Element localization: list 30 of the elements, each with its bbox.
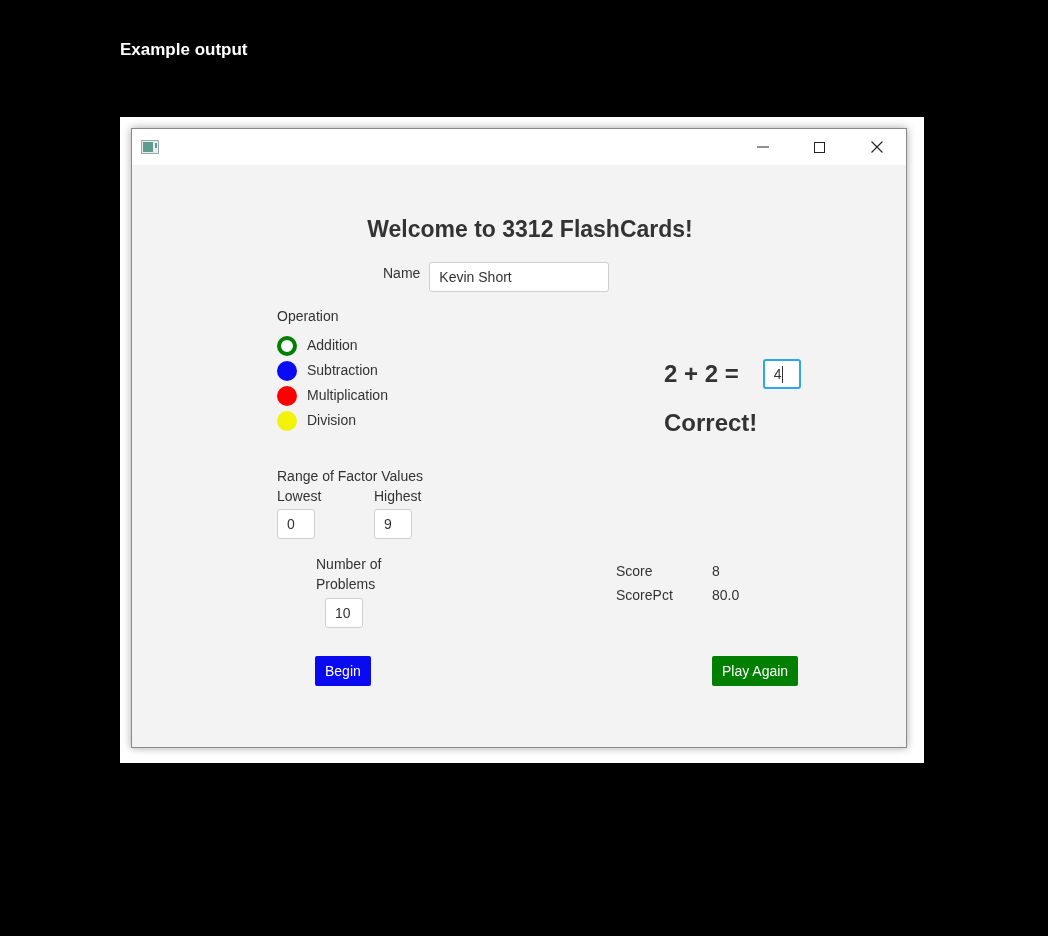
caption: Example output	[120, 40, 248, 60]
score-value: 80.0	[712, 585, 740, 605]
problems-field[interactable]: 10	[325, 598, 363, 628]
problems-label: Number of Problems	[316, 555, 383, 594]
score-label: Score	[616, 561, 654, 581]
answer-field[interactable]: 4	[762, 359, 801, 389]
app-icon	[141, 140, 159, 154]
name-field[interactable]: Kevin Short	[429, 262, 610, 292]
equation-text: 2 + 2 =	[664, 359, 739, 389]
name-label: Name	[383, 264, 421, 283]
operation-radio[interactable]: Division	[277, 408, 356, 433]
lowest-label: Lowest	[277, 487, 322, 506]
highest-field[interactable]: 9	[374, 509, 412, 539]
action-button[interactable]: Play Again	[712, 656, 799, 686]
welcome-heading: Welcome to 3312 FlashCards!	[367, 215, 693, 244]
operation-radio[interactable]: Subtraction	[277, 358, 378, 383]
close-icon	[870, 141, 883, 153]
feedback-text: Correct!	[664, 409, 758, 437]
score-value: 8	[712, 561, 720, 581]
text-cursor-icon	[781, 365, 783, 383]
action-button[interactable]: Begin	[315, 656, 371, 686]
operation-radio[interactable]: Addition	[277, 333, 358, 358]
lowest-field[interactable]: 0	[277, 509, 315, 539]
operation-radio[interactable]: Multiplication	[277, 383, 388, 408]
maximize-icon	[814, 141, 825, 153]
score-label: ScorePct	[616, 585, 674, 605]
minimize-icon	[756, 146, 769, 148]
range-label: Range of Factor Values	[277, 467, 424, 486]
operation-label: Operation	[277, 307, 339, 326]
highest-label: Highest	[374, 487, 422, 506]
